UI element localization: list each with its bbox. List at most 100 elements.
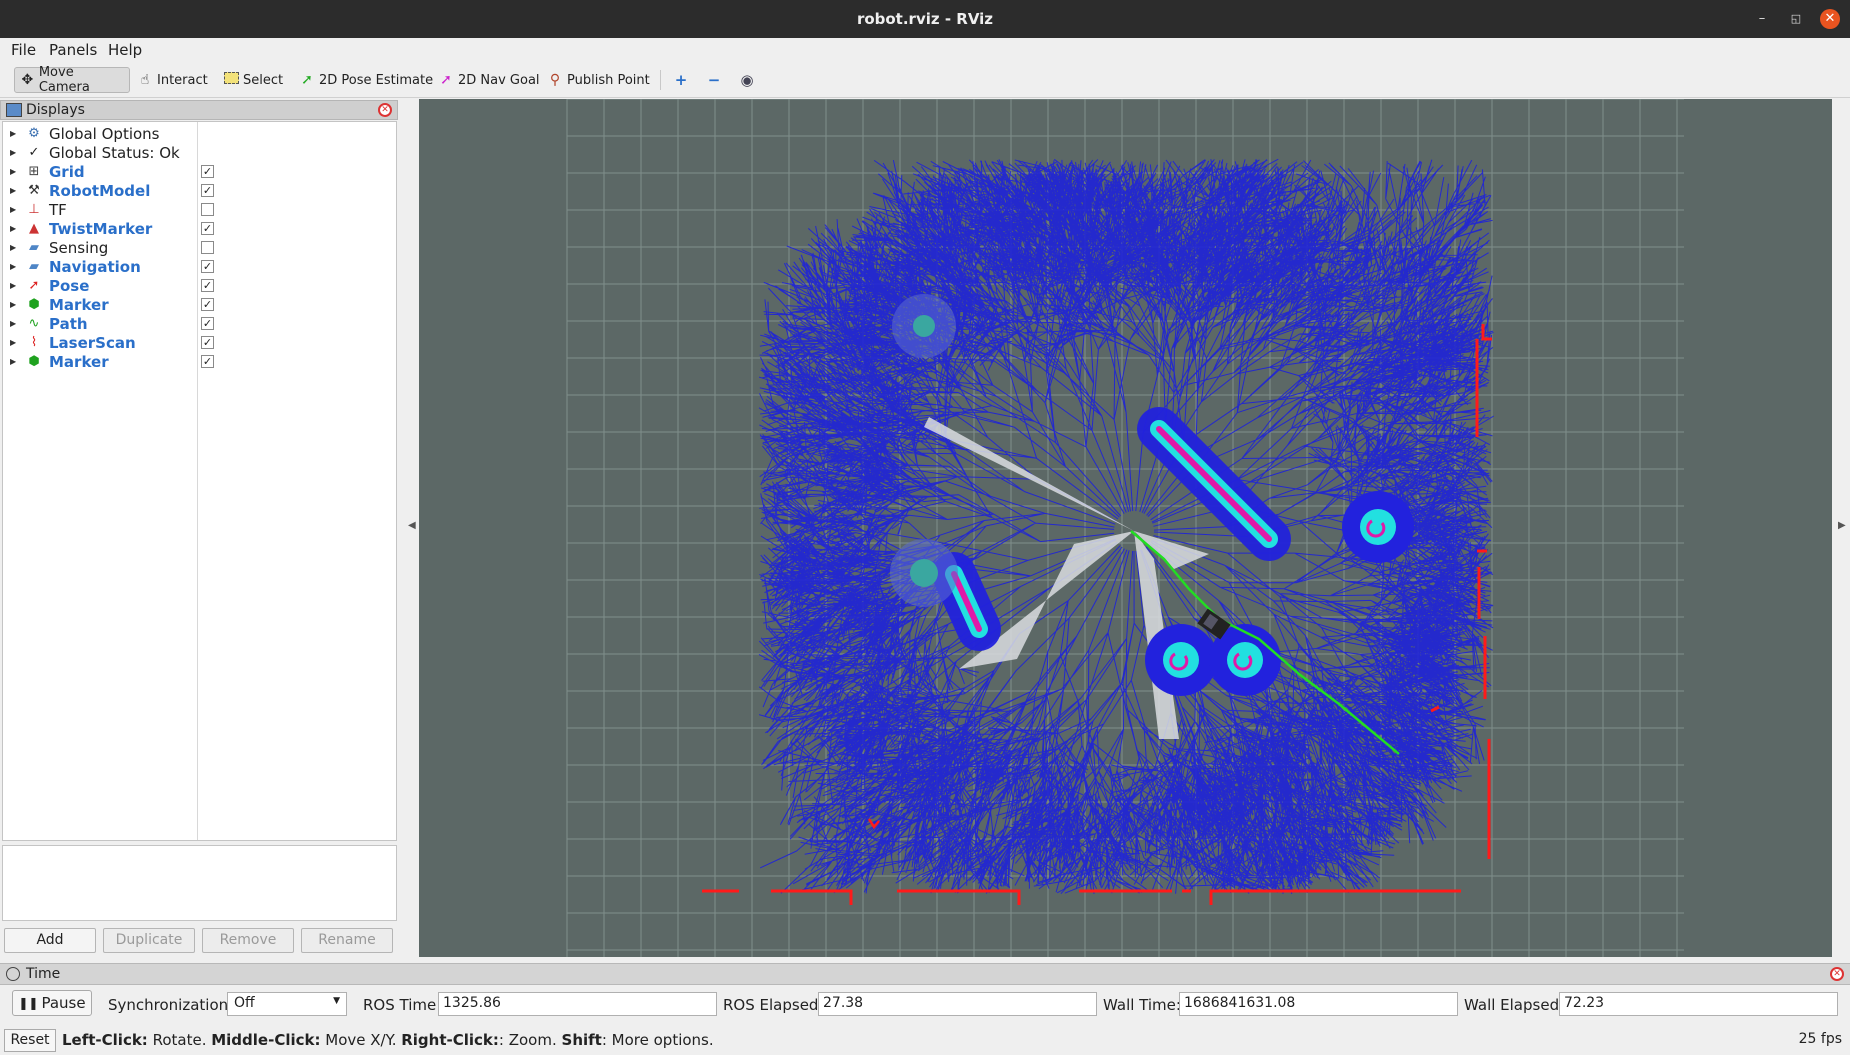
display-item-twistmarker[interactable]: ▶ ▲ TwistMarker ✓ bbox=[3, 219, 396, 238]
enable-checkbox[interactable]: ✓ bbox=[201, 336, 214, 349]
enable-checkbox[interactable]: ✓ bbox=[201, 260, 214, 273]
hint-shift: Shift bbox=[561, 1031, 602, 1049]
robot-icon: ⚒ bbox=[28, 183, 40, 198]
enable-checkbox[interactable] bbox=[201, 241, 214, 254]
display-item-label: Grid bbox=[49, 162, 85, 181]
ros-elapsed-field[interactable]: 27.38 bbox=[818, 992, 1097, 1016]
expand-arrow-icon[interactable]: ▶ bbox=[10, 338, 20, 347]
collapse-left-icon[interactable]: ◀ bbox=[408, 520, 416, 531]
expand-arrow-icon[interactable]: ▶ bbox=[10, 300, 20, 309]
zoom-out-icon[interactable]: − bbox=[703, 70, 725, 90]
enable-checkbox[interactable]: ✓ bbox=[201, 298, 214, 311]
enable-checkbox[interactable]: ✓ bbox=[201, 165, 214, 178]
clock-icon bbox=[6, 967, 20, 981]
display-item-global-status-ok[interactable]: ▶ ✓ Global Status: Ok bbox=[3, 143, 396, 162]
wall-elapsed-field[interactable]: 72.23 bbox=[1559, 992, 1838, 1016]
sync-select[interactable]: Off ▼ bbox=[227, 992, 347, 1016]
publish-point-tool[interactable]: ⚲ Publish Point bbox=[542, 67, 656, 93]
expand-arrow-icon[interactable]: ▶ bbox=[10, 357, 20, 366]
menu-help[interactable]: Help bbox=[108, 41, 142, 59]
display-item-grid[interactable]: ▶ ⊞ Grid ✓ bbox=[3, 162, 396, 181]
display-item-navigation[interactable]: ▶ ▰ Navigation ✓ bbox=[3, 257, 396, 276]
display-item-laserscan[interactable]: ▶ ⌇ LaserScan ✓ bbox=[3, 333, 396, 352]
menu-panels[interactable]: Panels bbox=[49, 41, 97, 59]
eye-icon[interactable]: ◉ bbox=[736, 70, 758, 90]
expand-arrow-icon[interactable]: ▶ bbox=[10, 205, 20, 214]
select-tool[interactable]: Select bbox=[218, 67, 289, 93]
collapse-right-icon[interactable]: ▶ bbox=[1838, 520, 1846, 531]
nav-goal-label: 2D Nav Goal bbox=[458, 72, 540, 88]
expand-arrow-icon[interactable]: ▶ bbox=[10, 186, 20, 195]
rename-button[interactable]: Rename bbox=[301, 928, 393, 953]
nav-goal-tool[interactable]: ➚ 2D Nav Goal bbox=[433, 67, 546, 93]
scene-canvas[interactable] bbox=[419, 99, 1832, 957]
reset-button[interactable]: Reset bbox=[4, 1029, 56, 1052]
time-row: ❚❚ Pause Synchronization: Off ▼ ROS Time… bbox=[0, 987, 1850, 1023]
display-item-label: RobotModel bbox=[49, 181, 151, 200]
ros-elapsed-label: ROS Elapsed: bbox=[723, 996, 824, 1014]
display-item-label: Global Status: Ok bbox=[49, 143, 180, 162]
expand-arrow-icon[interactable]: ▶ bbox=[10, 281, 20, 290]
expand-arrow-icon[interactable]: ▶ bbox=[10, 262, 20, 271]
enable-checkbox[interactable]: ✓ bbox=[201, 222, 214, 235]
display-item-global-options[interactable]: ▶ ⚙ Global Options bbox=[3, 124, 396, 143]
display-item-label: Pose bbox=[49, 276, 90, 295]
display-item-robotmodel[interactable]: ▶ ⚒ RobotModel ✓ bbox=[3, 181, 396, 200]
publish-point-label: Publish Point bbox=[567, 72, 650, 88]
expand-arrow-icon[interactable]: ▶ bbox=[10, 129, 20, 138]
wall-time-field[interactable]: 1686841631.08 bbox=[1179, 992, 1458, 1016]
toolbar: ✥ Move Camera ☝ Interact Select ➚ 2D Pos… bbox=[0, 62, 1850, 98]
minimize-button[interactable]: – bbox=[1752, 9, 1772, 29]
displays-tree[interactable]: ▶ ⚙ Global Options ▶ ✓ Global Status: Ok ▶ ⊞ Gri… bbox=[2, 121, 397, 841]
add-button[interactable]: Add bbox=[4, 928, 96, 953]
zoom-in-icon[interactable]: + bbox=[670, 70, 692, 90]
chevron-down-icon: ▼ bbox=[333, 996, 340, 1006]
move-camera-tool[interactable]: ✥ Move Camera bbox=[14, 65, 130, 95]
close-panel-icon[interactable]: ✕ bbox=[378, 103, 392, 117]
expand-arrow-icon[interactable]: ▶ bbox=[10, 167, 20, 176]
obstacle-ghost-2-core bbox=[910, 559, 938, 587]
title-bar: robot.rviz - RViz – ◱ ✕ bbox=[0, 0, 1850, 38]
enable-checkbox[interactable]: ✓ bbox=[201, 317, 214, 330]
enable-checkbox[interactable]: ✓ bbox=[201, 279, 214, 292]
display-item-marker[interactable]: ▶ ⬢ Marker ✓ bbox=[3, 352, 396, 371]
ros-time-label: ROS Time: bbox=[363, 996, 442, 1014]
display-item-label: Global Options bbox=[49, 124, 160, 143]
close-window-button[interactable]: ✕ bbox=[1820, 9, 1840, 29]
display-item-path[interactable]: ▶ ∿ Path ✓ bbox=[3, 314, 396, 333]
monitor-icon bbox=[6, 103, 22, 117]
hint-left-click: Left-Click: bbox=[62, 1031, 148, 1049]
display-item-sensing[interactable]: ▶ ▰ Sensing bbox=[3, 238, 396, 257]
interact-tool[interactable]: ☝ Interact bbox=[132, 67, 214, 93]
enable-checkbox[interactable]: ✓ bbox=[201, 184, 214, 197]
enable-checkbox[interactable] bbox=[201, 203, 214, 216]
expand-arrow-icon[interactable]: ▶ bbox=[10, 319, 20, 328]
display-item-pose[interactable]: ▶ ➚ Pose ✓ bbox=[3, 276, 396, 295]
time-header: Time ✕ bbox=[0, 963, 1850, 985]
menu-file[interactable]: File bbox=[11, 41, 36, 59]
close-time-panel-icon[interactable]: ✕ bbox=[1830, 967, 1844, 981]
fps-counter: 25 fps bbox=[1798, 1031, 1842, 1047]
display-item-label: Sensing bbox=[49, 238, 109, 257]
expand-arrow-icon[interactable]: ▶ bbox=[10, 243, 20, 252]
display-item-tf[interactable]: ▶ ⊥ TF bbox=[3, 200, 396, 219]
ros-time-field[interactable]: 1325.86 bbox=[438, 992, 717, 1016]
display-item-marker[interactable]: ▶ ⬢ Marker ✓ bbox=[3, 295, 396, 314]
select-box-icon bbox=[222, 71, 240, 89]
pause-button[interactable]: ❚❚ Pause bbox=[12, 990, 92, 1016]
hint-left-click-desc: Rotate. bbox=[147, 1031, 212, 1049]
enable-checkbox[interactable]: ✓ bbox=[201, 355, 214, 368]
wall-elapsed-label: Wall Elapsed: bbox=[1464, 996, 1565, 1014]
pose-estimate-tool[interactable]: ➚ 2D Pose Estimate bbox=[294, 67, 439, 93]
remove-button[interactable]: Remove bbox=[202, 928, 294, 953]
expand-arrow-icon[interactable]: ▶ bbox=[10, 148, 20, 157]
expand-arrow-icon[interactable]: ▶ bbox=[10, 224, 20, 233]
menu-bar: File Panels Help bbox=[0, 38, 1850, 62]
duplicate-button[interactable]: Duplicate bbox=[103, 928, 195, 953]
obstacle-round-0-inner bbox=[1163, 642, 1199, 678]
obstacle-ghost-1-core bbox=[913, 315, 935, 337]
hint-middle-click-desc: Move X/Y. bbox=[320, 1031, 402, 1049]
render-viewport[interactable] bbox=[419, 99, 1832, 957]
folder-icon: ▰ bbox=[29, 259, 39, 274]
maximize-button[interactable]: ◱ bbox=[1786, 9, 1806, 29]
